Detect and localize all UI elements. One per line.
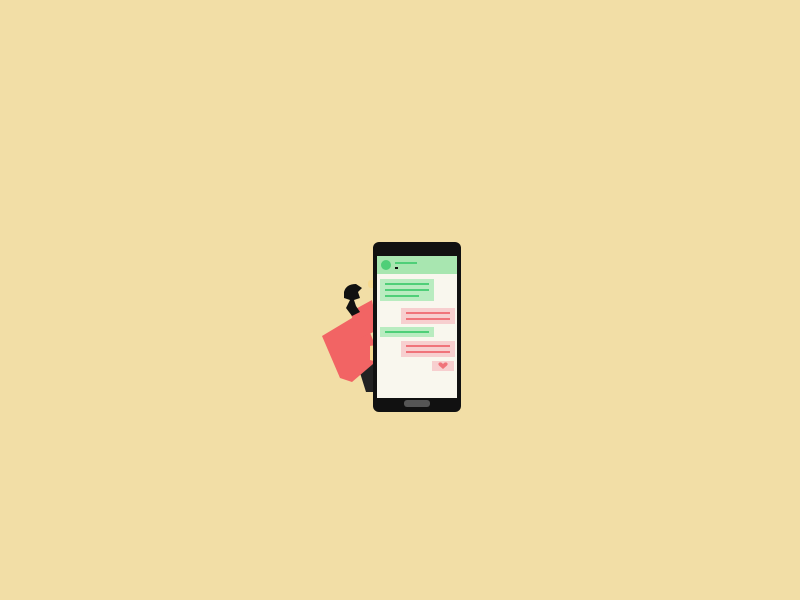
heart-reaction [432,361,454,371]
smartphone [373,242,461,412]
outgoing-bubble [401,308,455,324]
phone-chat-illustration [322,242,461,412]
status-dot [395,267,398,269]
incoming-bubble [380,327,434,337]
outgoing-bubble [401,341,455,357]
hair-shape [344,284,362,316]
avatar-icon [381,260,391,270]
illustration-scene [0,0,800,600]
incoming-bubble [380,279,434,301]
home-button [404,400,430,407]
contact-name-bar [395,262,417,264]
